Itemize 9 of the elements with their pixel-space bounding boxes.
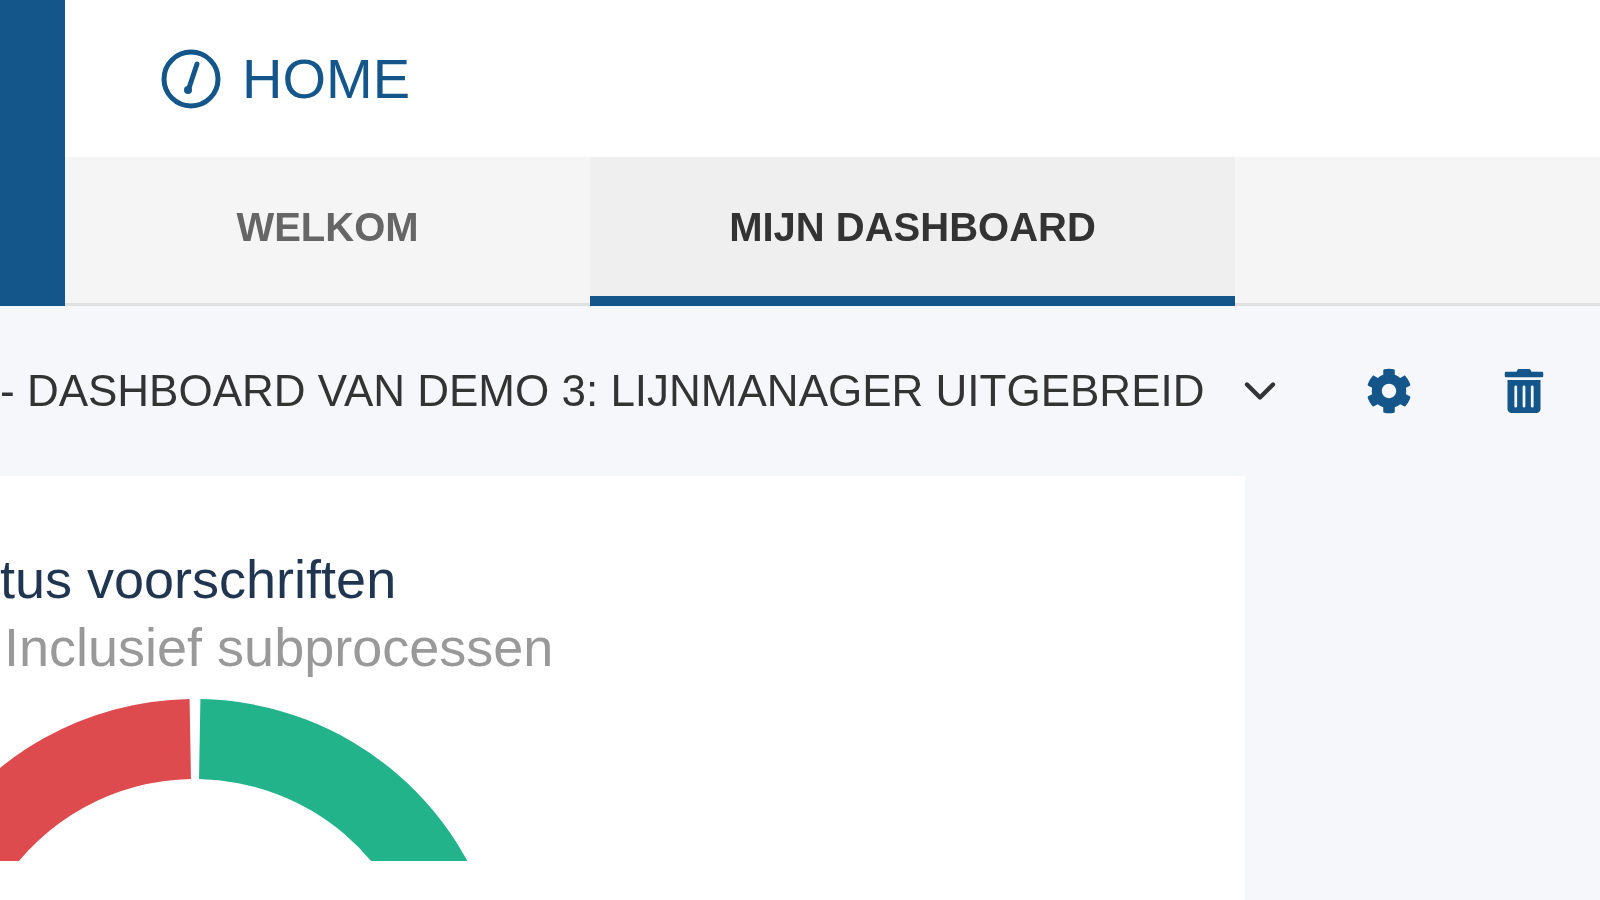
gauge-icon	[160, 47, 222, 110]
settings-button[interactable]	[1366, 368, 1413, 414]
dashboard-title: - DASHBOARD VAN DEMO 3: LIJNMANAGER UITGEBREID	[0, 365, 1205, 417]
card-subtitle: Inclusief subprocessen	[3, 615, 555, 679]
tab[interactable]: WELKOM	[65, 157, 590, 306]
settings-icon	[1366, 368, 1413, 414]
page-title: HOME	[242, 50, 410, 107]
tab[interactable]: MIJN DASHBOARD	[590, 157, 1235, 306]
card-title: tus voorschriften	[0, 548, 398, 611]
